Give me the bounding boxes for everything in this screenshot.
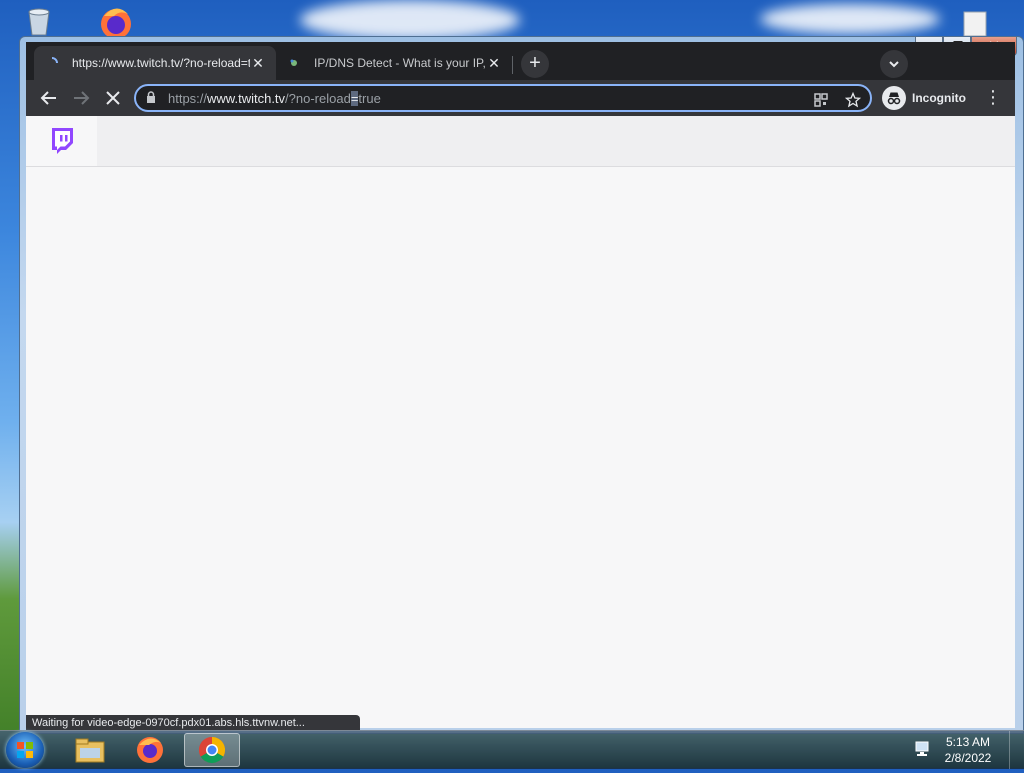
tab-strip: https://www.twitch.tv/?no-reload=true ✕ … <box>26 42 1015 80</box>
page-viewport <box>26 116 1015 728</box>
close-tab-icon[interactable]: ✕ <box>250 55 266 72</box>
folder-icon <box>75 738 105 763</box>
chrome-menu-icon[interactable]: ⋮ <box>984 86 1002 108</box>
twitch-glitch-icon <box>51 128 73 154</box>
forward-button[interactable] <box>70 87 92 109</box>
desktop-file-icon[interactable] <box>958 10 992 37</box>
bookmark-star-icon[interactable] <box>844 91 862 109</box>
close-tab-icon[interactable]: ✕ <box>486 55 502 72</box>
incognito-indicator[interactable]: Incognito <box>882 84 966 112</box>
desktop-cloud <box>300 0 520 40</box>
new-tab-button[interactable]: + <box>521 50 549 78</box>
chrome-browser: https://www.twitch.tv/?no-reload=true ✕ … <box>26 42 1015 728</box>
twitch-logo[interactable] <box>26 116 97 166</box>
tab-ipdns-detect[interactable]: IP/DNS Detect - What is your IP, what is… <box>276 46 512 80</box>
lock-icon[interactable] <box>146 90 160 106</box>
qr-code-icon[interactable] <box>812 91 830 109</box>
tab-title: https://www.twitch.tv/?no-reload=true <box>72 56 250 70</box>
tab-twitch[interactable]: https://www.twitch.tv/?no-reload=true ✕ <box>34 46 276 80</box>
start-button[interactable] <box>6 732 44 768</box>
firefox-desktop-icon[interactable] <box>94 4 138 40</box>
stop-loading-button[interactable] <box>102 87 124 109</box>
clock-time: 5:13 AM <box>945 735 991 749</box>
show-desktop-button[interactable] <box>1009 731 1024 769</box>
loading-throbber-icon <box>46 57 58 69</box>
back-button[interactable] <box>38 87 60 109</box>
url-scheme: https:// <box>168 90 208 106</box>
url-path-end: true <box>358 90 381 106</box>
taskbar: 5:13 AM 2/8/2022 <box>0 730 1024 769</box>
incognito-label: Incognito <box>912 91 966 105</box>
recycle-bin-icon[interactable] <box>22 6 56 36</box>
firefox-icon <box>137 737 163 763</box>
desktop-cloud <box>760 4 940 34</box>
twitch-top-nav <box>26 116 1015 167</box>
system-clock[interactable]: 5:13 AM 2/8/2022 <box>938 734 998 766</box>
tab-search-button[interactable] <box>880 50 908 78</box>
tab-title: IP/DNS Detect - What is your IP, what is… <box>314 56 486 70</box>
address-bar[interactable]: https://www.twitch.tv/?no-reload=true <box>134 84 872 112</box>
status-bubble: Waiting for video-edge-0970cf.pdx01.abs.… <box>26 715 360 730</box>
incognito-icon <box>882 86 906 110</box>
url-host: www.twitch.tv <box>207 90 286 106</box>
tab-separator <box>512 56 513 74</box>
favicon-icon <box>288 57 300 69</box>
browser-toolbar: https://www.twitch.tv/?no-reload=true In… <box>26 80 1015 116</box>
taskbar-explorer[interactable] <box>62 733 118 767</box>
url-path: /?no-reload <box>285 90 351 106</box>
clock-date: 2/8/2022 <box>944 751 992 765</box>
taskbar-firefox[interactable] <box>122 733 178 767</box>
url-text: https://www.twitch.tv/?no-reload=true <box>168 90 381 106</box>
chrome-icon <box>198 736 226 764</box>
network-tray-icon[interactable] <box>914 741 932 757</box>
taskbar-chrome[interactable] <box>184 733 240 767</box>
